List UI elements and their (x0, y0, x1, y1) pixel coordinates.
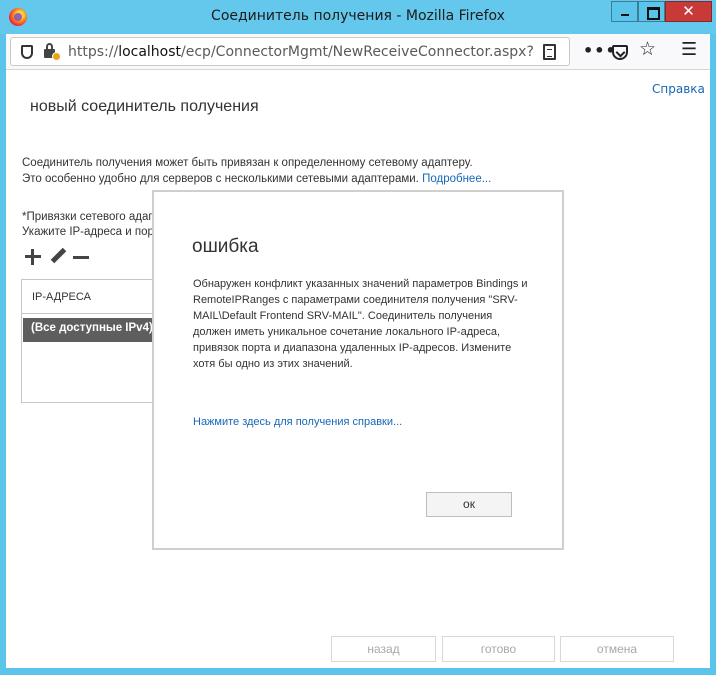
reader-view-icon[interactable] (543, 44, 556, 60)
edit-pencil-icon[interactable] (49, 248, 67, 266)
description: Соединитель получения может быть привяза… (22, 155, 491, 187)
table-divider (22, 313, 160, 314)
ip-bindings-table: IP-АДРЕСА (Все доступные IPv4) (21, 279, 161, 403)
close-icon: ✕ (682, 2, 695, 20)
error-dialog: ошибка Обнаружен конфликт указанных знач… (152, 190, 564, 550)
browser-toolbar: https://localhost/ecp/ConnectorMgmt/NewR… (6, 34, 710, 70)
lock-warning-icon[interactable] (44, 43, 61, 61)
minimize-button[interactable] (611, 1, 638, 22)
learn-more-link[interactable]: Подробнее... (422, 173, 491, 185)
close-window-button[interactable]: ✕ (665, 1, 712, 22)
pocket-icon[interactable] (612, 45, 628, 60)
address-bar[interactable]: https://localhost/ecp/ConnectorMgmt/NewR… (10, 37, 570, 66)
ok-button[interactable]: ок (426, 492, 512, 517)
cancel-button[interactable]: отмена (560, 636, 674, 662)
title-bar: Соединитель получения - Mozilla Firefox … (0, 0, 716, 34)
tracking-protection-shield-icon[interactable] (21, 45, 33, 59)
bookmark-star-icon[interactable]: ☆ (639, 37, 656, 61)
dialog-help-link[interactable]: Нажмите здесь для получения справки... (193, 416, 402, 428)
description-line-2: Это особенно удобно для серверов с неско… (22, 173, 419, 185)
add-icon[interactable] (24, 248, 42, 266)
maximize-button[interactable] (638, 1, 665, 22)
dialog-message: Обнаружен конфликт указанных значений па… (193, 278, 528, 370)
page-title: новый соединитель получения (30, 98, 259, 115)
dialog-title: ошибка (192, 236, 259, 257)
browser-window: Соединитель получения - Mozilla Firefox … (0, 0, 716, 675)
ip-column-header[interactable]: IP-АДРЕСА (32, 291, 91, 303)
finish-button[interactable]: готово (442, 636, 555, 662)
window-title: Соединитель получения - Mozilla Firefox (211, 8, 505, 24)
table-row[interactable]: (Все доступные IPv4) (23, 318, 161, 342)
url-text[interactable]: https://localhost/ecp/ConnectorMgmt/NewR… (68, 44, 533, 60)
remove-icon[interactable] (72, 248, 90, 266)
help-link[interactable]: Справка (652, 82, 705, 96)
back-button[interactable]: назад (331, 636, 436, 662)
hamburger-menu-icon[interactable]: ☰ (681, 38, 697, 62)
description-line-1: Соединитель получения может быть привяза… (22, 157, 473, 169)
